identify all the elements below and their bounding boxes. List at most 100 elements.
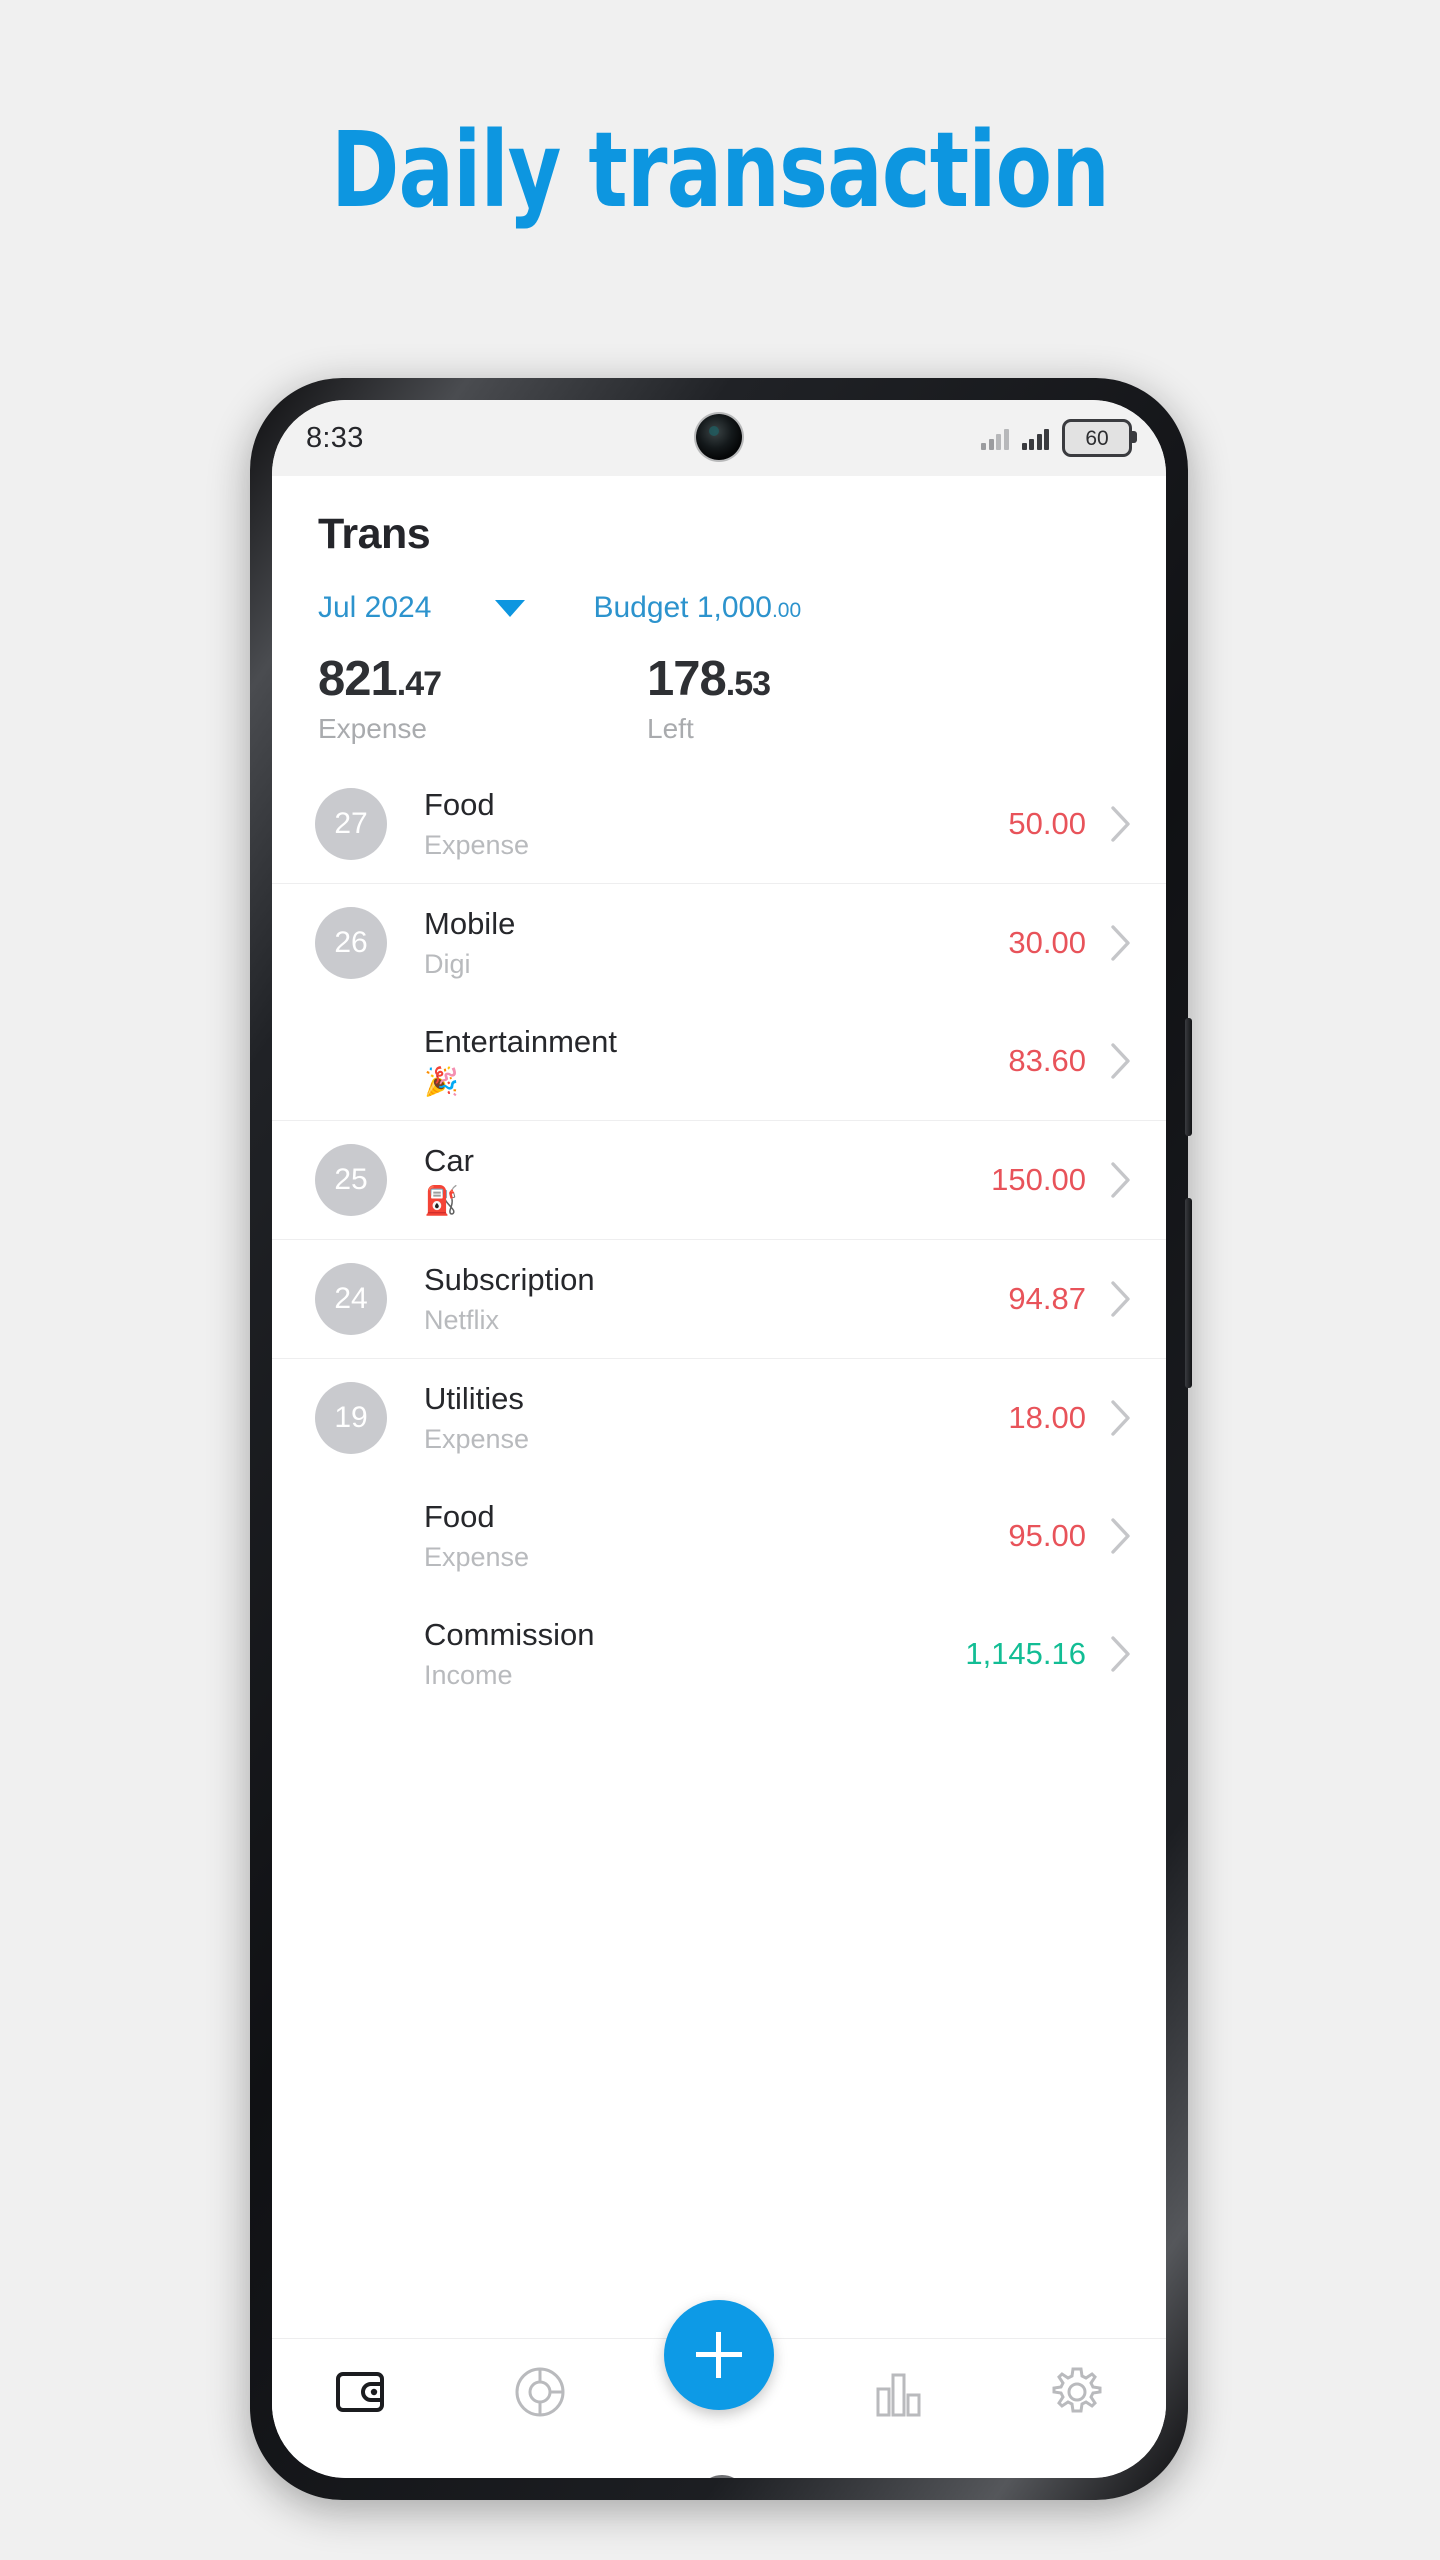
row-title: Subscription: [424, 1262, 595, 1298]
day-column: [308, 1025, 394, 1097]
day-badge: 25: [315, 1144, 387, 1216]
row-emoji: ⛽: [424, 1185, 459, 1217]
table-row[interactable]: Entertainment 🎉 83.60: [272, 1002, 1166, 1120]
page-title: Daily transaction: [331, 109, 1110, 231]
chevron-right-icon[interactable]: [1086, 1042, 1132, 1080]
gear-icon: [1052, 2367, 1102, 2413]
phone-frame: 8:33 60 Trans Jul 2024 Budget 1,000.00 8…: [250, 378, 1192, 2500]
table-row[interactable]: 25 Car ⛽ 150.00: [272, 1121, 1166, 1239]
chevron-down-icon[interactable]: [495, 599, 526, 617]
table-row[interactable]: 24 Subscription Netflix 94.87: [272, 1240, 1166, 1358]
power-button[interactable]: [1185, 1018, 1192, 1136]
row-amount: 83.60: [1008, 1043, 1086, 1078]
status-time: 8:33: [306, 421, 364, 454]
row-amount: 150.00: [991, 1162, 1086, 1197]
row-emoji: 🎉: [424, 1066, 459, 1098]
nav-bar-chart[interactable]: [808, 2339, 987, 2445]
app-title: Trans: [318, 510, 431, 558]
wallet-icon: [336, 2372, 385, 2412]
total-left-value: 178: [647, 652, 727, 706]
bar-chart-icon: [876, 2373, 921, 2417]
status-icons: 60: [981, 419, 1137, 457]
table-row[interactable]: 19 Utilities Expense 18.00: [272, 1359, 1166, 1477]
day-badge: 26: [315, 907, 387, 979]
transaction-group: 24 Subscription Netflix 94.87: [272, 1240, 1166, 1359]
row-amount: 50.00: [1008, 806, 1086, 841]
front-camera-icon: [696, 414, 742, 460]
signal-bars-icon: [981, 426, 1009, 450]
row-title: Food: [424, 1499, 495, 1535]
chevron-right-icon[interactable]: [1086, 1635, 1132, 1673]
nav-settings[interactable]: [987, 2339, 1166, 2445]
row-amount: 30.00: [1008, 925, 1086, 960]
plus-icon: [696, 2332, 742, 2378]
day-badge: [315, 1618, 387, 1690]
row-title: Commission: [424, 1617, 595, 1653]
total-expense: 821.47 Expense: [272, 651, 442, 745]
row-subtitle: Expense: [424, 829, 530, 860]
nav-wallet[interactable]: [272, 2339, 451, 2445]
chevron-right-icon[interactable]: [1086, 924, 1132, 962]
row-subtitle: Netflix: [424, 1304, 500, 1335]
day-column: 26: [308, 907, 394, 979]
total-left-label: Left: [647, 713, 694, 744]
row-text: Mobile Digi: [394, 906, 1008, 980]
donut-chart-icon: [515, 2367, 565, 2417]
android-nav-bar: [272, 2444, 1166, 2478]
volume-button[interactable]: [1185, 1198, 1192, 1388]
day-badge: [315, 1500, 387, 1572]
day-column: 27: [308, 788, 394, 860]
home-button[interactable]: [696, 2475, 747, 2478]
row-text: Food Expense: [394, 787, 1008, 861]
day-badge: 27: [315, 788, 387, 860]
day-column: [308, 1500, 394, 1572]
table-row[interactable]: 26 Mobile Digi 30.00: [272, 884, 1166, 1002]
row-amount: 95.00: [1008, 1518, 1086, 1553]
row-amount: 18.00: [1008, 1400, 1086, 1435]
row-subtitle: Income: [424, 1659, 513, 1690]
row-text: Commission Income: [394, 1617, 965, 1691]
row-title: Mobile: [424, 906, 516, 942]
transaction-list[interactable]: 27 Food Expense 50.00 26 Mobile Digi 30.00 Enter…: [272, 765, 1166, 1713]
totals-row: 821.47 Expense 178.53 Left: [272, 625, 1166, 745]
day-badge: 19: [315, 1382, 387, 1454]
day-column: 19: [308, 1382, 394, 1454]
row-title: Utilities: [424, 1381, 524, 1417]
add-transaction-button[interactable]: [664, 2300, 774, 2410]
total-expense-value: 821: [318, 652, 398, 706]
chevron-right-icon[interactable]: [1086, 805, 1132, 843]
table-row[interactable]: Commission Income 1,145.16: [272, 1595, 1166, 1713]
row-subtitle: Expense: [424, 1541, 530, 1572]
row-title: Food: [424, 787, 495, 823]
battery-icon: 60: [1062, 419, 1137, 457]
chevron-right-icon[interactable]: [1086, 1280, 1132, 1318]
transaction-group: 26 Mobile Digi 30.00 Entertainment 🎉 83.60: [272, 884, 1166, 1121]
total-left: 178.53 Left: [441, 651, 771, 745]
chevron-right-icon[interactable]: [1086, 1161, 1132, 1199]
chevron-right-icon[interactable]: [1086, 1517, 1132, 1555]
day-badge: [315, 1025, 387, 1097]
month-selector[interactable]: Jul 2024: [318, 591, 431, 625]
phone-screen: 8:33 60 Trans Jul 2024 Budget 1,000.00 8…: [272, 400, 1166, 2478]
table-row[interactable]: 27 Food Expense 50.00: [272, 765, 1166, 883]
table-row[interactable]: Food Expense 95.00: [272, 1477, 1166, 1595]
total-expense-cents: .47: [396, 665, 442, 703]
row-subtitle: Expense: [424, 1423, 530, 1454]
chevron-right-icon[interactable]: [1086, 1399, 1132, 1437]
row-text: Car ⛽: [394, 1143, 991, 1218]
row-text: Entertainment 🎉: [394, 1024, 1008, 1099]
row-amount: 1,145.16: [965, 1636, 1086, 1671]
budget-label[interactable]: Budget 1,000.00: [593, 591, 801, 625]
transaction-group: 19 Utilities Expense 18.00 Food Expense 95.00 C…: [272, 1359, 1166, 1713]
row-text: Utilities Expense: [394, 1381, 1008, 1455]
transaction-group: 27 Food Expense 50.00: [272, 765, 1166, 884]
period-selector-row: Jul 2024 Budget 1,000.00: [272, 559, 1166, 625]
transaction-group: 25 Car ⛽ 150.00: [272, 1121, 1166, 1240]
row-amount: 94.87: [1008, 1281, 1086, 1316]
nav-donut-chart[interactable]: [451, 2339, 630, 2445]
row-subtitle: Digi: [424, 948, 471, 979]
row-title: Entertainment: [424, 1023, 617, 1059]
battery-level: 60: [1085, 426, 1109, 450]
row-title: Car: [424, 1142, 474, 1178]
day-column: 25: [308, 1144, 394, 1216]
